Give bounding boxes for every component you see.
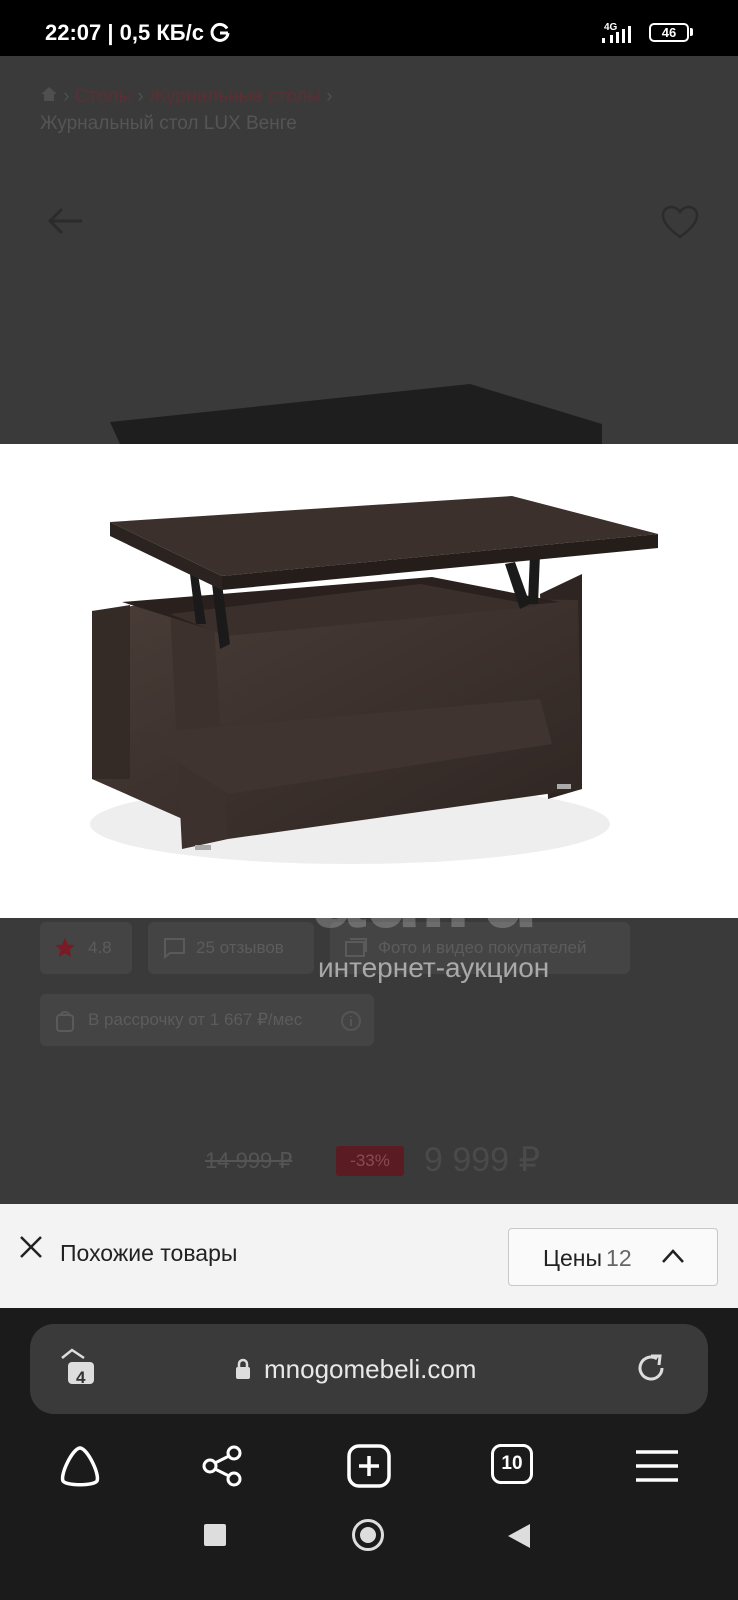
reviews-icon (164, 938, 185, 959)
current-price: 9 999 ₽ (424, 1141, 541, 1179)
signal-icon (602, 26, 631, 43)
prices-button[interactable]: Цены 12 (508, 1228, 718, 1286)
home-button[interactable] (352, 1519, 384, 1551)
menu-icon[interactable] (634, 1444, 680, 1488)
chevron-up-icon (662, 1249, 684, 1263)
tabs-count-button[interactable]: 10 (491, 1444, 533, 1484)
reviews-count: 25 отзывов (196, 938, 284, 957)
product-title: Журнальный стол LUX Венге (40, 113, 297, 134)
installment-icon (56, 1011, 74, 1032)
info-icon[interactable] (340, 1010, 362, 1032)
recents-button[interactable] (204, 1524, 226, 1546)
rating-value: 4.8 (88, 938, 112, 957)
installment-chip[interactable]: В рассрочку от 1 667 ₽/мес (40, 994, 374, 1046)
back-button[interactable] (506, 1522, 532, 1550)
star-icon (55, 938, 75, 957)
reload-icon[interactable] (635, 1352, 667, 1384)
new-tab-icon[interactable] (346, 1444, 392, 1488)
status-time: 22:07 | 0,5 КБ/с (45, 20, 204, 45)
installment-label: В рассрочку от 1 667 ₽/мес (88, 1010, 303, 1029)
discount-badge: -33% (336, 1146, 404, 1176)
breadcrumb-item-tables[interactable]: Столы (75, 86, 132, 107)
google-icon (210, 22, 230, 42)
status-bar: 22:07 | 0,5 КБ/с 4G 46 (0, 0, 738, 56)
address-bar[interactable]: 4 mnogomebeli.com (30, 1324, 708, 1414)
breadcrumb-item-coffee-tables[interactable]: Журнальные столы (149, 86, 321, 107)
battery-icon: 46 (649, 23, 689, 42)
prices-label: Цены 12 (543, 1245, 632, 1272)
tab-group-count: 4 (76, 1368, 86, 1387)
product-image-shadow (110, 384, 602, 444)
breadcrumb: › Столы › Журнальные столы › (40, 86, 333, 108)
back-arrow-icon[interactable] (46, 206, 84, 236)
battery-level: 46 (661, 25, 677, 40)
home-icon[interactable] (40, 86, 58, 102)
reviews-chip[interactable]: 25 отзывов (148, 922, 314, 974)
similar-products-title: Похожие товары (60, 1240, 238, 1266)
similar-products-bar: Похожие товары Цены 12 (0, 1204, 738, 1308)
watermark-subtitle: интернет-аукцион (318, 952, 550, 983)
rating-chip[interactable]: 4.8 (40, 922, 132, 974)
system-navigation-bar (0, 1506, 738, 1600)
browser-toolbar: 4 mnogomebeli.com 10 (0, 1308, 738, 1600)
share-icon[interactable] (200, 1444, 246, 1488)
favorite-heart-icon[interactable] (660, 204, 700, 240)
old-price: 14 999 ₽ (205, 1148, 293, 1173)
battery-tip (690, 28, 693, 36)
url-text[interactable]: mnogomebeli.com (264, 1354, 476, 1385)
close-icon[interactable] (18, 1234, 44, 1260)
alice-assistant-icon[interactable] (57, 1444, 103, 1488)
lock-icon (236, 1358, 250, 1379)
prices-label-text: Цены (543, 1245, 603, 1271)
watermark-logo: au.ru (312, 841, 539, 948)
prices-count: 12 (606, 1245, 632, 1271)
